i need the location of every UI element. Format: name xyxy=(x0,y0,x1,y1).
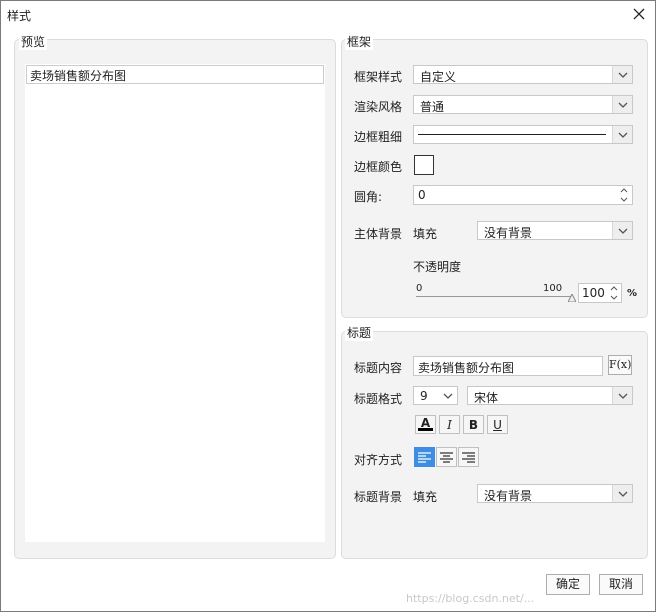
chevron-down-icon xyxy=(612,126,632,143)
radius-input[interactable]: 0 xyxy=(413,185,633,205)
window-title: 样式 xyxy=(7,9,32,23)
title-background-value: 没有背景 xyxy=(484,489,533,503)
preview-chart-title: 卖场销售额分布图 xyxy=(30,69,127,83)
chevron-down-icon xyxy=(612,96,632,113)
align-center-icon xyxy=(440,451,453,463)
radius-label: 圆角: xyxy=(354,190,383,204)
underline-button[interactable]: U xyxy=(487,415,508,434)
bold-button[interactable]: B xyxy=(463,415,484,434)
opacity-input[interactable]: 100 xyxy=(578,283,622,303)
render-style-value: 普通 xyxy=(420,100,445,114)
bold-icon: B xyxy=(468,417,479,432)
render-style-select[interactable]: 普通 xyxy=(413,95,633,114)
body-background-select[interactable]: 没有背景 xyxy=(477,221,633,240)
opacity-label: 不透明度 xyxy=(413,260,462,274)
frame-style-value: 自定义 xyxy=(420,70,457,84)
ok-button-label: 确定 xyxy=(555,577,580,591)
underline-icon: U xyxy=(493,417,502,432)
cancel-button[interactable]: 取消 xyxy=(599,574,643,595)
chevron-up-icon[interactable] xyxy=(616,186,632,195)
style-dialog: 样式 预览 卖场销售额分布图 框架 框架样式 自定义 渲染风格 普通 边框粗细 xyxy=(0,0,656,612)
opacity-value: 100 xyxy=(582,286,605,300)
body-fill-label: 填充 xyxy=(413,227,438,241)
chevron-down-icon[interactable] xyxy=(616,195,632,204)
font-name-value: 宋体 xyxy=(474,391,499,405)
align-left-button[interactable] xyxy=(414,447,435,467)
preview-chart-title-box: 卖场销售额分布图 xyxy=(26,65,324,84)
opacity-slider-track[interactable] xyxy=(416,296,572,297)
watermark: https://blog.csdn.net/... xyxy=(406,592,535,605)
chevron-down-icon xyxy=(612,485,632,502)
chevron-down-icon xyxy=(612,222,632,239)
title-content-input[interactable]: 卖场销售额分布图 xyxy=(413,356,603,376)
radius-value: 0 xyxy=(418,188,426,202)
render-style-label: 渲染风格 xyxy=(354,100,403,114)
title-group-label: 标题 xyxy=(345,324,374,341)
formula-button[interactable]: F(x) xyxy=(608,355,632,375)
align-center-button[interactable] xyxy=(436,447,457,467)
border-width-label: 边框粗细 xyxy=(354,130,403,144)
chevron-down-icon xyxy=(612,387,632,404)
title-background-select[interactable]: 没有背景 xyxy=(477,484,633,503)
preview-group-label: 预览 xyxy=(19,33,48,50)
align-right-button[interactable] xyxy=(458,447,479,467)
chevron-down-icon[interactable] xyxy=(607,293,621,302)
italic-button[interactable]: I xyxy=(439,415,460,434)
opacity-unit: % xyxy=(627,288,638,299)
opacity-slider-handle[interactable] xyxy=(567,291,577,303)
title-content-value: 卖场销售额分布图 xyxy=(418,361,515,375)
chevron-down-icon xyxy=(612,66,632,83)
title-bar: 样式 xyxy=(1,1,655,28)
close-icon xyxy=(633,8,645,20)
title-fill-label: 填充 xyxy=(413,490,438,504)
ok-button[interactable]: 确定 xyxy=(546,574,590,595)
preview-canvas: 卖场销售额分布图 xyxy=(25,64,325,542)
cancel-button-label: 取消 xyxy=(608,577,633,591)
border-color-swatch[interactable] xyxy=(414,155,434,175)
title-content-label: 标题内容 xyxy=(354,361,403,375)
chevron-down-icon xyxy=(438,387,457,404)
frame-style-select[interactable]: 自定义 xyxy=(413,65,633,84)
dialog-body: 预览 卖场销售额分布图 框架 框架样式 自定义 渲染风格 普通 边框粗细 边框颜… xyxy=(1,28,655,611)
chevron-up-icon[interactable] xyxy=(607,284,621,293)
font-size-select[interactable]: 9 xyxy=(413,386,458,405)
radius-spinner[interactable] xyxy=(616,186,632,204)
frame-group-label: 框架 xyxy=(345,33,374,50)
opacity-spinner[interactable] xyxy=(607,284,621,302)
body-background-value: 没有背景 xyxy=(484,226,533,240)
formula-icon: F(x) xyxy=(609,358,632,371)
border-color-label: 边框颜色 xyxy=(354,160,403,174)
slider-min-label: 0 xyxy=(416,283,423,294)
body-background-label: 主体背景 xyxy=(354,227,403,241)
close-button[interactable] xyxy=(629,4,649,24)
align-right-icon xyxy=(462,451,475,463)
title-format-label: 标题格式 xyxy=(354,392,403,406)
align-left-icon xyxy=(418,451,431,463)
italic-icon: I xyxy=(447,417,452,432)
border-width-select[interactable] xyxy=(413,125,633,144)
font-size-value: 9 xyxy=(420,389,428,403)
font-color-button[interactable]: A xyxy=(415,415,436,434)
slider-max-label: 100 xyxy=(543,283,563,294)
title-background-label: 标题背景 xyxy=(354,490,403,504)
alignment-label: 对齐方式 xyxy=(354,453,403,467)
font-color-bar xyxy=(418,428,433,431)
font-name-select[interactable]: 宋体 xyxy=(467,386,633,405)
frame-style-label: 框架样式 xyxy=(354,70,403,84)
line-sample xyxy=(418,134,606,135)
